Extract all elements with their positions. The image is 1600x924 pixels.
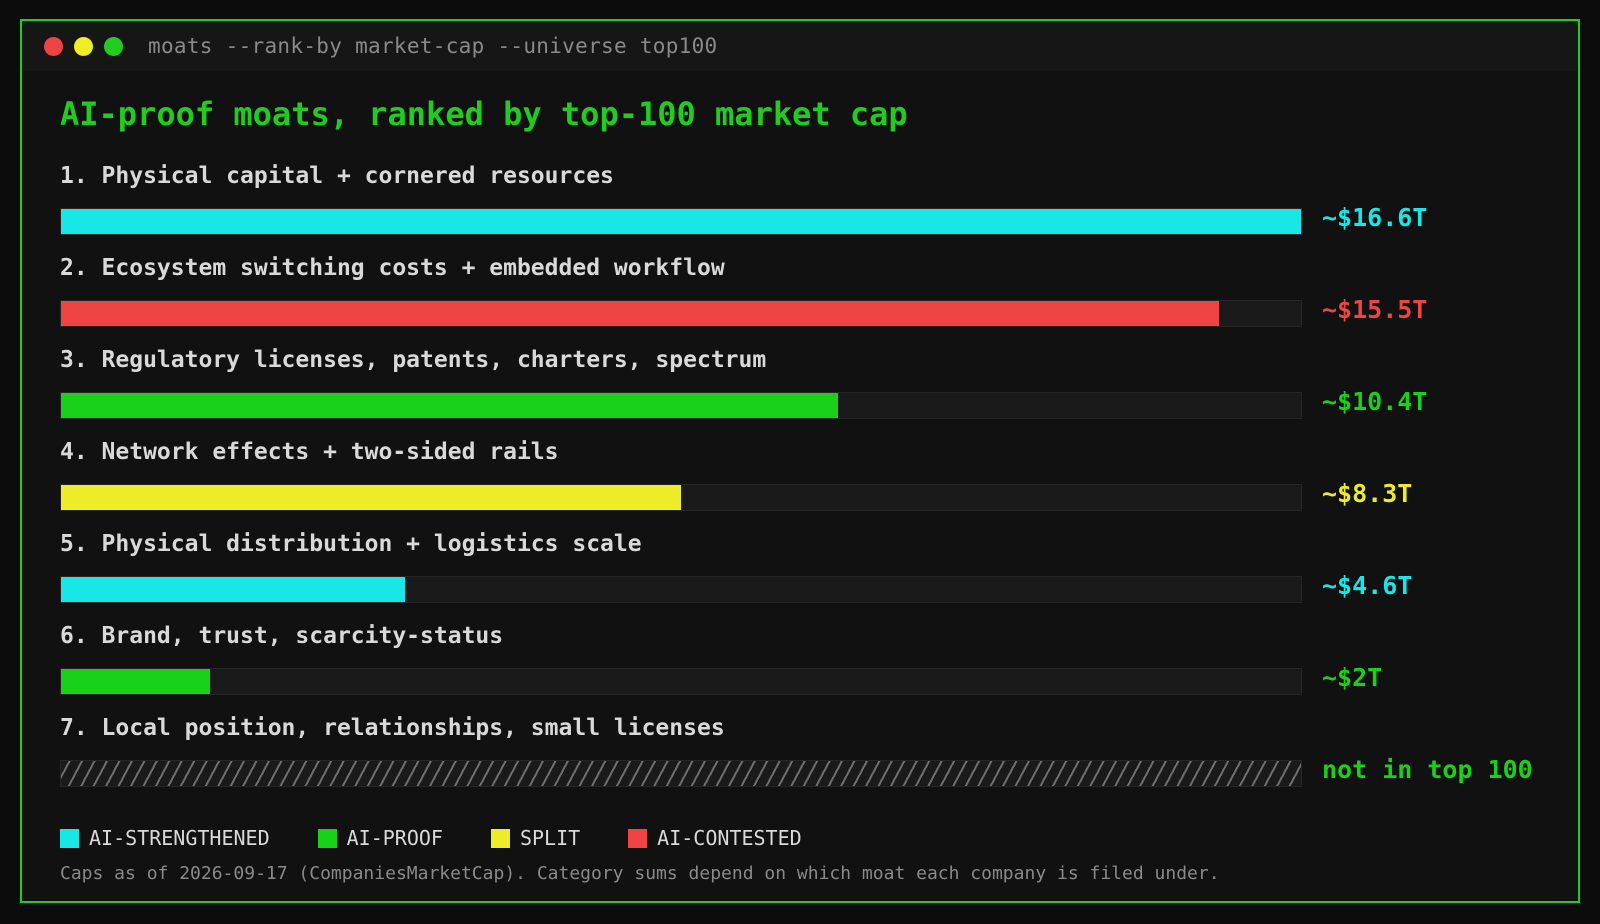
moat-row: 3. Regulatory licenses, patents, charter… [60, 347, 1560, 439]
category-label: 1. Physical capital + cornered resources [60, 163, 614, 189]
bar-track [60, 300, 1302, 327]
bar [61, 485, 681, 510]
terminal-window: moats --rank-by market-cap --universe to… [20, 19, 1580, 903]
legend-label: AI-PROOF [346, 826, 443, 850]
category-label: 5. Physical distribution + logistics sca… [60, 531, 642, 557]
bar [61, 669, 210, 694]
bar-chart: 1. Physical capital + cornered resources… [60, 163, 1560, 807]
value-label: ~$15.5T [1322, 295, 1428, 324]
bar-track-hatched [60, 760, 1302, 787]
bar-track [60, 392, 1302, 419]
legend-swatch [317, 828, 337, 848]
bar [61, 209, 1301, 234]
moat-row: 1. Physical capital + cornered resources… [60, 163, 1560, 255]
close-window-button[interactable] [44, 36, 63, 56]
bar-track [60, 484, 1302, 511]
legend-item: AI-CONTESTED [628, 826, 802, 850]
moat-row: 2. Ecosystem switching costs + embedded … [60, 255, 1560, 347]
value-label: ~$2T [1322, 663, 1383, 692]
legend-swatch [490, 828, 510, 848]
value-label: ~$16.6T [1322, 203, 1428, 232]
bar [61, 301, 1219, 326]
value-label: ~$10.4T [1322, 387, 1428, 416]
legend-label: SPLIT [519, 826, 581, 850]
value-label: not in top 100 [1322, 755, 1533, 784]
legend-swatch [628, 828, 648, 848]
category-label: 4. Network effects + two-sided rails [60, 439, 559, 465]
bar-track [60, 668, 1302, 695]
legend-label: AI-CONTESTED [657, 826, 802, 850]
legend-swatch [60, 828, 79, 848]
bar [61, 393, 838, 418]
moat-row: 7. Local position, relationships, small … [60, 715, 1560, 807]
moat-row: 6. Brand, trust, scarcity-status ~$2T [60, 623, 1560, 715]
title-bar: moats --rank-by market-cap --universe to… [22, 21, 1578, 71]
category-label: 7. Local position, relationships, small … [60, 715, 725, 741]
maximize-window-button[interactable] [104, 36, 123, 56]
bar [61, 577, 405, 602]
legend-item: AI-PROOF [317, 826, 443, 850]
bar-track [60, 576, 1302, 603]
legend: AI-STRENGTHENED AI-PROOF SPLIT AI-CONTESTED [60, 826, 850, 850]
category-label: 6. Brand, trust, scarcity-status [60, 623, 504, 649]
footnote: Caps as of 2026-09-17 (CompaniesMarketCa… [60, 863, 1220, 884]
legend-item: SPLIT [490, 826, 581, 850]
chart-title: AI-proof moats, ranked by top-100 market… [60, 95, 908, 133]
legend-item: AI-STRENGTHENED [60, 826, 270, 850]
command-line: moats --rank-by market-cap --universe to… [148, 34, 718, 58]
value-label: ~$8.3T [1322, 479, 1413, 508]
category-label: 2. Ecosystem switching costs + embedded … [60, 255, 725, 281]
bar-track [60, 208, 1302, 235]
moat-row: 4. Network effects + two-sided rails ~$8.… [60, 439, 1560, 531]
legend-label: AI-STRENGTHENED [89, 826, 270, 850]
moat-row: 5. Physical distribution + logistics sca… [60, 531, 1560, 623]
value-label: ~$4.6T [1322, 571, 1413, 600]
minimize-window-button[interactable] [74, 36, 93, 56]
category-label: 3. Regulatory licenses, patents, charter… [60, 347, 767, 373]
